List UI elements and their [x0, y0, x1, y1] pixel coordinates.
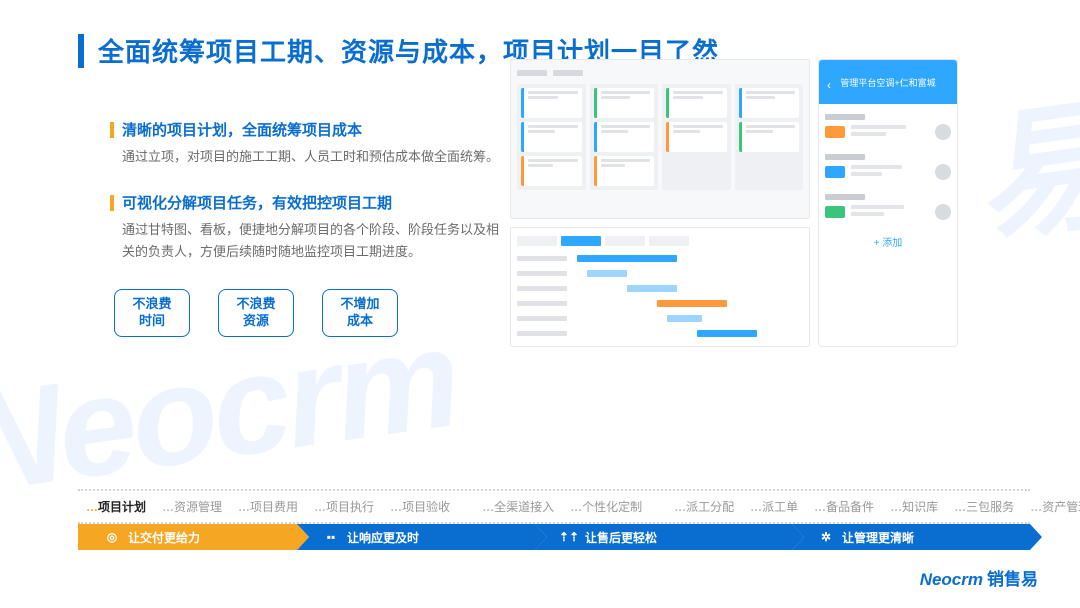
pill: 不浪费 资源 [218, 289, 294, 337]
brand-logo: Neocrm 销售易 [920, 565, 1038, 590]
bullet-mark-icon [110, 122, 114, 138]
mobile-header: ‹ 管理平台空调+仁和富城 [819, 60, 957, 104]
nav-item: 派工分配 [666, 498, 742, 515]
bullet-item: 可视化分解项目任务，有效把控项目工期 通过甘特图、看板，便捷地分解项目的各个阶段… [110, 192, 510, 263]
nav-item: 三包服务 [946, 498, 1022, 515]
nav-item: 知识库 [882, 498, 946, 515]
list-item [825, 164, 951, 180]
content-area: 清晰的项目计划，全面统筹项目成本 通过立项，对项目的施工工期、人员工时和预估成本… [0, 69, 1080, 337]
kanban-mockup [510, 59, 810, 219]
mobile-title: 管理平台空调+仁和富城 [840, 76, 935, 89]
nav-item: 项目费用 [230, 498, 306, 515]
accent-bar [78, 34, 84, 68]
nav-item: 个性化定制 [562, 498, 650, 515]
grid-icon: ▪▪ [323, 529, 339, 545]
pill: 不浪费 时间 [114, 289, 190, 337]
bullet-body: 通过甘特图、看板，便捷地分解项目的各个阶段、阶段任务以及相关的负责人，方便后续随… [110, 219, 510, 263]
avatar [935, 124, 951, 140]
arrow-step: ◎让交付更给力 [78, 524, 297, 550]
gear-icon: ✲ [818, 529, 834, 545]
nav-item: 资源管理 [154, 498, 230, 515]
list-item [825, 204, 951, 220]
bullet-body: 通过立项，对项目的施工工期、人员工时和预估成本做全面统筹。 [110, 146, 510, 168]
avatar [935, 164, 951, 180]
nav-item: 备品备件 [806, 498, 882, 515]
section-label [825, 114, 865, 120]
arrow-step: ✲让管理更清晰 [792, 524, 1030, 550]
arrow-step: ⇡⇡让售后更轻松 [535, 524, 792, 550]
bottom-nav: 项目计划资源管理项目费用项目执行项目验收全渠道接入个性化定制派工分配派工单备品备… [78, 489, 1030, 550]
bullet-title: 可视化分解项目任务，有效把控项目工期 [122, 192, 392, 213]
bullet-title: 清晰的项目计划，全面统筹项目成本 [122, 119, 362, 140]
section-label [825, 154, 865, 160]
add-button: + 添加 [825, 234, 951, 249]
nav-item: 项目执行 [306, 498, 382, 515]
bullet-item: 清晰的项目计划，全面统筹项目成本 通过立项，对项目的施工工期、人员工时和预估成本… [110, 119, 510, 168]
chart-icon: ⇡⇡ [561, 529, 577, 545]
gantt-mockup [510, 227, 810, 347]
brand-cn: 销售易 [987, 565, 1038, 590]
nav-item: 派工单 [742, 498, 806, 515]
nav-item: 资产管理 [1022, 498, 1080, 515]
bullet-mark-icon [110, 195, 114, 211]
arrow-step: ▪▪让响应更及时 [297, 524, 535, 550]
back-icon: ‹ [827, 78, 831, 92]
avatar [935, 204, 951, 220]
text-column: 清晰的项目计划，全面统筹项目成本 通过立项，对项目的施工工期、人员工时和预估成本… [110, 119, 510, 337]
mobile-mockup: ‹ 管理平台空调+仁和富城 + 添加 [818, 59, 958, 347]
list-item [825, 124, 951, 140]
mockup-group: ‹ 管理平台空调+仁和富城 + 添加 [510, 59, 958, 347]
section-label [825, 194, 865, 200]
pill-row: 不浪费 时间 不浪费 资源 不增加 成本 [110, 289, 510, 337]
nav-item: 项目验收 [382, 498, 458, 515]
pill: 不增加 成本 [322, 289, 398, 337]
nav-item: 全渠道接入 [474, 498, 562, 515]
process-arrows: ◎让交付更给力 ▪▪让响应更及时 ⇡⇡让售后更轻松 ✲让管理更清晰 [78, 524, 1030, 550]
nav-item: 项目计划 [78, 498, 154, 515]
target-icon: ◎ [104, 529, 120, 545]
brand-en: Neocrm [920, 570, 983, 590]
